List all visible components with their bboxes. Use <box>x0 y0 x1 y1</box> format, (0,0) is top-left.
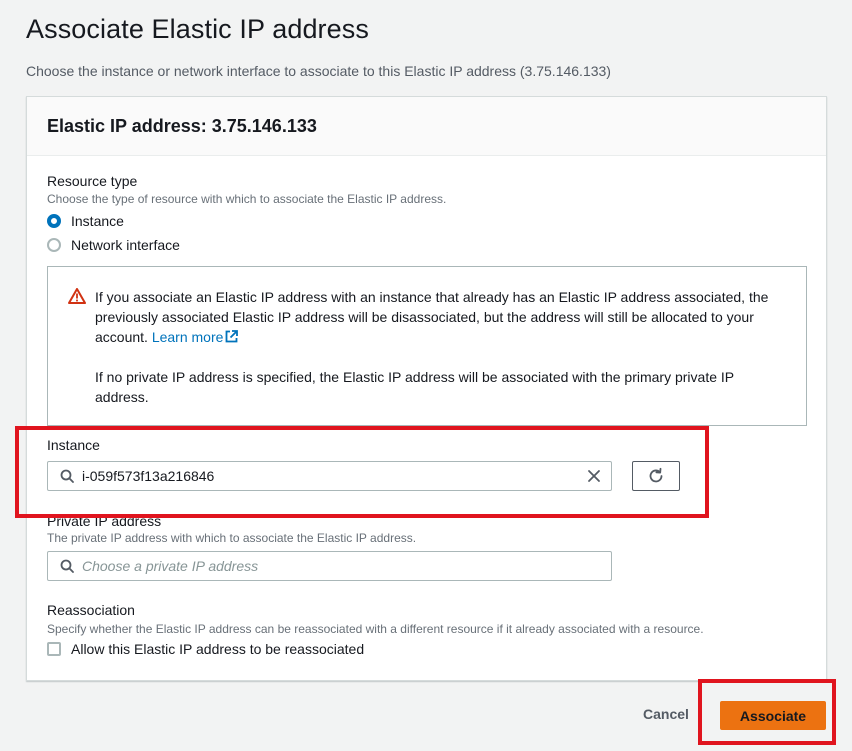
radio-network-interface-label[interactable]: Network interface <box>71 237 180 253</box>
search-icon <box>60 559 74 573</box>
radio-network-interface[interactable]: Network interface <box>47 235 180 255</box>
warning-icon <box>68 288 86 304</box>
page-description: Choose the instance or network interface… <box>26 63 611 79</box>
warning-alert: If you associate an Elastic IP address w… <box>47 266 807 426</box>
resource-type-description: Choose the type of resource with which t… <box>47 192 447 206</box>
private-ip-search-input[interactable]: Choose a private IP address <box>47 551 612 581</box>
resource-type-label: Resource type <box>47 173 138 189</box>
alert-text-2: If no private IP address is specified, t… <box>95 369 734 405</box>
reassociation-label: Reassociation <box>47 602 135 618</box>
radio-instance-label[interactable]: Instance <box>71 213 124 229</box>
alert-text-1: If you associate an Elastic IP address w… <box>95 287 785 347</box>
external-link-icon[interactable] <box>225 330 239 343</box>
cancel-button[interactable]: Cancel <box>643 706 689 722</box>
reassociation-description: Specify whether the Elastic IP address c… <box>47 622 704 636</box>
page-title: Associate Elastic IP address <box>26 14 369 44</box>
learn-more-link[interactable]: Learn more <box>152 329 239 345</box>
reassociation-checkbox[interactable] <box>47 642 61 656</box>
radio-instance[interactable]: Instance <box>47 211 124 231</box>
reassociation-checkbox-label[interactable]: Allow this Elastic IP address to be reas… <box>71 641 364 657</box>
instance-highlight-box <box>15 426 709 518</box>
panel-heading: Elastic IP address: 3.75.146.133 <box>47 116 317 136</box>
learn-more-label[interactable]: Learn more <box>152 329 224 345</box>
radio-network-interface-button[interactable] <box>47 238 61 252</box>
associate-button[interactable]: Associate <box>720 701 826 730</box>
reassociation-checkbox-row[interactable]: Allow this Elastic IP address to be reas… <box>47 641 364 657</box>
private-ip-description: The private IP address with which to ass… <box>47 531 417 545</box>
private-ip-placeholder[interactable]: Choose a private IP address <box>82 558 611 574</box>
panel-header: Elastic IP address: 3.75.146.133 <box>27 97 826 156</box>
radio-instance-button[interactable] <box>47 214 61 228</box>
elastic-ip-panel: Elastic IP address: 3.75.146.133 Resourc… <box>26 96 827 681</box>
